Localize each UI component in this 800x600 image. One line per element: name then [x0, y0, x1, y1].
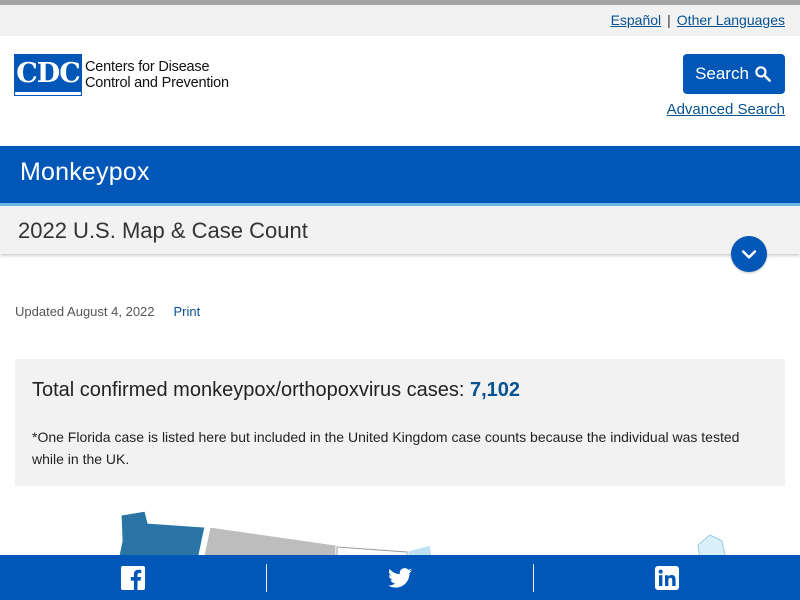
espanol-link[interactable]: Español: [611, 12, 662, 28]
cdc-logo[interactable]: CDC Centers for Disease Control and Prev…: [14, 54, 229, 96]
search-button[interactable]: Search: [683, 54, 785, 94]
map-state-washington[interactable]: [117, 510, 206, 561]
search-icon: [755, 66, 771, 82]
language-separator: |: [667, 12, 671, 28]
linkedin-icon: [655, 565, 679, 590]
linkedin-share-button[interactable]: [534, 555, 800, 600]
logo-line-2: Control and Prevention: [85, 75, 229, 91]
language-links: Español | Other Languages: [611, 12, 785, 28]
facebook-icon: [121, 565, 145, 590]
page-title: 2022 U.S. Map & Case Count: [18, 218, 308, 243]
site-title[interactable]: Monkeypox: [20, 158, 150, 187]
site-header: CDC Centers for Disease Control and Prev…: [0, 36, 800, 146]
social-share-bar: [0, 555, 800, 600]
florida-case-note: *One Florida case is listed here but inc…: [32, 429, 740, 467]
other-languages-link[interactable]: Other Languages: [677, 12, 785, 28]
section-nav-toggle-button[interactable]: [731, 236, 767, 272]
cdc-logo-text: Centers for Disease Control and Preventi…: [85, 59, 229, 91]
language-bar: Español | Other Languages: [0, 5, 800, 36]
site-title-bar: Monkeypox: [0, 146, 800, 203]
twitter-share-button[interactable]: [267, 555, 533, 600]
search-button-label: Search: [695, 64, 749, 83]
total-cases-label: Total confirmed monkeypox/orthopoxvirus …: [32, 379, 470, 401]
page-meta: Updated August 4, 2022 Print: [15, 304, 200, 319]
case-count-callout: Total confirmed monkeypox/orthopoxvirus …: [15, 359, 785, 486]
chevron-down-icon: [741, 250, 757, 259]
advanced-search-link[interactable]: Advanced Search: [667, 101, 785, 118]
share-divider: [533, 563, 534, 592]
section-title-bar: 2022 U.S. Map & Case Count: [0, 206, 800, 254]
twitter-icon: [388, 567, 412, 588]
total-cases-value: 7,102: [469, 379, 521, 401]
cdc-logo-mark: CDC: [14, 54, 82, 96]
share-divider: [266, 563, 267, 592]
logo-line-1: Centers for Disease: [85, 59, 210, 75]
total-cases: Total confirmed monkeypox/orthopoxvirus …: [32, 379, 520, 402]
print-link[interactable]: Print: [174, 304, 201, 319]
facebook-share-button[interactable]: [0, 555, 266, 600]
updated-date: Updated August 4, 2022: [15, 304, 155, 319]
